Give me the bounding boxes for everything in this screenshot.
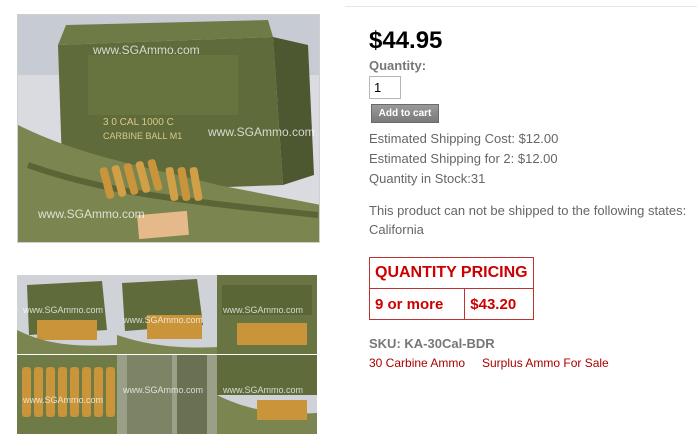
quantity-pricing-header: QUANTITY PRICING xyxy=(369,257,534,289)
add-to-cart-button[interactable]: Add to cart xyxy=(371,104,439,123)
pricing-tier-price: $43.20 xyxy=(464,288,534,320)
shipping-cost: Estimated Shipping Cost: $12.00 xyxy=(369,131,559,146)
watermark: www.SGAmmo.com xyxy=(38,207,145,221)
can-stencil-line-2: CARBINE BALL M1 xyxy=(103,131,182,141)
watermark: www.SGAmmo.com xyxy=(23,305,104,315)
thumbnail-1[interactable]: www.SGAmmo.com xyxy=(17,275,117,354)
watermark: www.SGAmmo.com xyxy=(93,43,200,57)
main-product-photo[interactable]: 3 0 CAL 1000 C CARBINE BALL M1 www.SGAmm… xyxy=(17,14,320,243)
thumbnail-3[interactable]: www.SGAmmo.com xyxy=(217,275,317,354)
category-link-surplus-ammo[interactable]: Surplus Ammo For Sale xyxy=(482,356,609,370)
shipping-for-2: Estimated Shipping for 2: $12.00 xyxy=(369,151,558,166)
quantity-pricing-table: QUANTITY PRICING 9 or more $43.20 xyxy=(368,257,534,320)
product-gallery: 3 0 CAL 1000 C CARBINE BALL M1 www.SGAmm… xyxy=(0,0,340,435)
thumbnail-4[interactable]: www.SGAmmo.com xyxy=(17,355,117,434)
watermark: www.SGAmmo.com xyxy=(123,315,204,325)
shipping-restriction-note: This product can not be shipped to the f… xyxy=(369,203,687,218)
can-stencil-line-1: 3 0 CAL 1000 C xyxy=(103,117,174,128)
thumbnail-6[interactable]: www.SGAmmo.com xyxy=(217,355,317,434)
watermark: www.SGAmmo.com xyxy=(223,305,304,315)
watermark: www.SGAmmo.com xyxy=(123,385,204,395)
watermark: www.SGAmmo.com xyxy=(223,385,304,395)
watermark: www.SGAmmo.com xyxy=(23,395,104,405)
quantity-label: Quantity: xyxy=(369,58,427,73)
pricing-tier-label: 9 or more xyxy=(368,288,466,320)
quantity-input[interactable] xyxy=(369,76,401,99)
watermark: www.SGAmmo.com xyxy=(208,125,315,139)
thumbnail-5[interactable]: www.SGAmmo.com xyxy=(117,355,217,434)
thumbnail-2[interactable]: www.SGAmmo.com xyxy=(117,275,217,354)
stock-quantity: Quantity in Stock:31 xyxy=(369,171,486,186)
product-price: $44.95 xyxy=(369,27,443,54)
product-sku: SKU: KA-30Cal-BDR xyxy=(369,336,495,351)
category-link-30-carbine[interactable]: 30 Carbine Ammo xyxy=(369,356,465,370)
restricted-state: California xyxy=(369,222,424,237)
